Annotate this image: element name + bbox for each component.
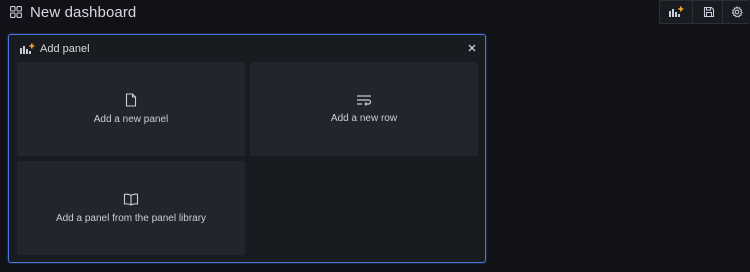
add-panel-widget: Add panel Add a new panel Add a new row <box>8 34 486 263</box>
add-library-panel-option[interactable]: Add a panel from the panel library <box>17 161 245 255</box>
add-library-panel-label: Add a panel from the panel library <box>55 212 207 224</box>
top-navbar: New dashboard <box>0 0 750 28</box>
book-icon <box>123 193 139 206</box>
add-panel-icon <box>669 6 684 17</box>
add-panel-button[interactable] <box>659 0 693 24</box>
add-new-row-label: Add a new row <box>330 113 398 124</box>
add-new-panel-option[interactable]: Add a new panel <box>17 62 245 156</box>
file-icon <box>125 93 137 107</box>
dashboard-title-group: New dashboard <box>10 1 136 23</box>
panel-header: Add panel <box>19 42 90 56</box>
close-panel-button[interactable] <box>466 42 478 54</box>
dashboard-page: New dashboard Add panel Add a new panel … <box>0 0 750 272</box>
save-dashboard-button[interactable] <box>692 0 726 24</box>
add-new-row-option[interactable]: Add a new row <box>250 62 478 156</box>
dashboard-settings-button[interactable] <box>722 0 750 24</box>
dashboard-title[interactable]: New dashboard <box>30 4 136 21</box>
save-icon <box>703 6 715 18</box>
gear-icon <box>731 6 743 18</box>
panel-title: Add panel <box>40 43 90 55</box>
row-wrap-icon <box>357 95 372 106</box>
apps-grid-icon <box>10 6 22 18</box>
close-icon <box>468 44 476 52</box>
add-panel-icon <box>20 43 35 54</box>
add-new-panel-label: Add a new panel <box>93 114 169 125</box>
